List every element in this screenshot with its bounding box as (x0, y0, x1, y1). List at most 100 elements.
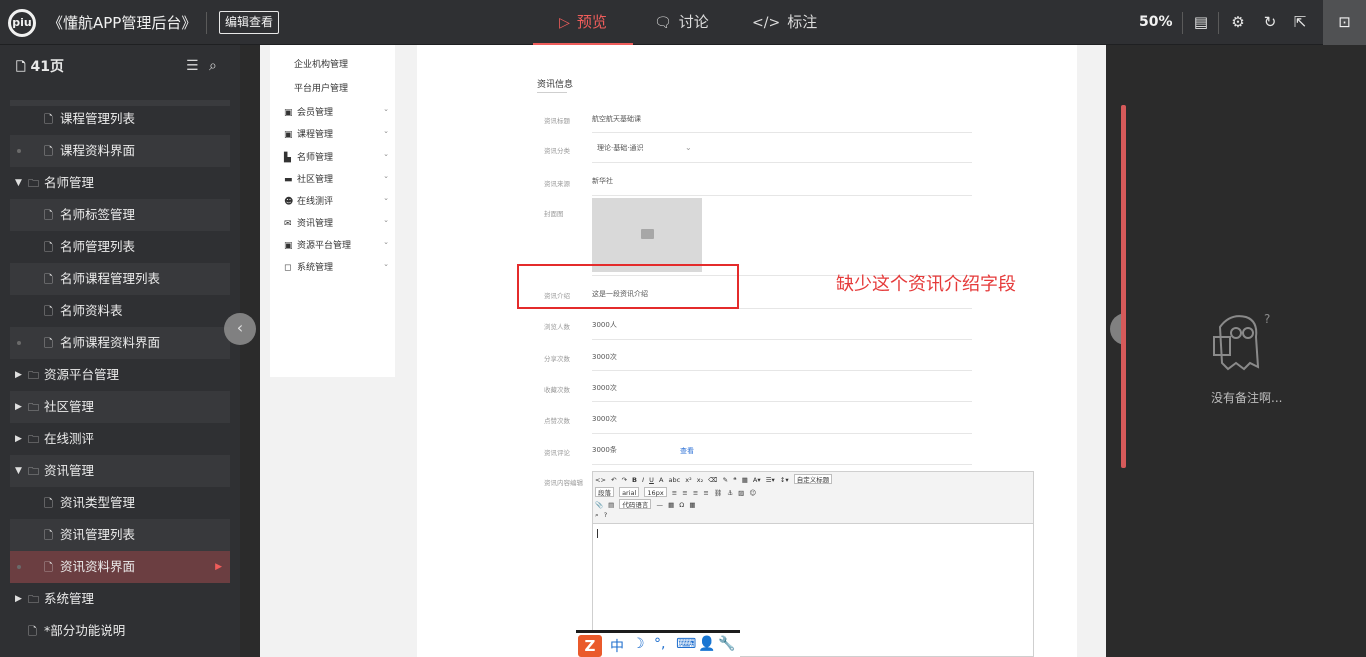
clipboard-icon[interactable]: ▤ (1192, 13, 1210, 31)
align-justify-icon[interactable]: ≡ (703, 489, 708, 497)
help-icon[interactable]: ? (604, 511, 607, 519)
eraser-icon[interactable]: ⌫ (708, 476, 717, 484)
undo-icon[interactable]: ↶ (611, 476, 616, 484)
tree-item-teacher-course-material[interactable]: 🗋 名师课程资料界面 (10, 327, 230, 359)
caret-right-icon[interactable]: ▶ (15, 583, 22, 615)
heading-select[interactable]: 自定义标题 (793, 474, 833, 484)
quote-icon[interactable]: ❝ (733, 476, 737, 484)
tree-item-teacher-tags[interactable]: 🗋 名师标签管理 (10, 199, 230, 231)
present-icon[interactable]: ⊡ (1323, 0, 1366, 45)
calendar-icon: ▣ (284, 241, 293, 251)
font-color-icon[interactable]: A▾ (753, 476, 761, 484)
keyboard-icon[interactable]: ⌨ (676, 636, 696, 652)
gear-icon[interactable]: ⚙ (1229, 13, 1247, 31)
caret-right-icon[interactable]: ▶ (15, 423, 22, 455)
ime-logo-icon[interactable]: Z (578, 635, 602, 657)
link-icon[interactable]: ⛓ (714, 489, 722, 497)
line-height-icon[interactable]: ↕▾ (780, 476, 789, 484)
italic-icon[interactable]: I (642, 476, 644, 484)
anchor-icon[interactable]: ⚓ (727, 489, 733, 497)
tree-item-feature-notes[interactable]: 🗋 *部分功能说明 (10, 615, 230, 647)
menu-plain-item[interactable]: 平台用户管理 (294, 81, 348, 94)
menu-item-assessment[interactable]: ☻ 在线测评 ⌄ (284, 194, 389, 207)
menu-item-resource-platform[interactable]: ▣ 资源平台管理 ⌄ (284, 238, 389, 251)
underline-icon[interactable]: U (649, 476, 654, 484)
source-icon[interactable]: <> (595, 476, 606, 484)
menu-item-teachers[interactable]: ▙ 名师管理 ⌄ (284, 150, 389, 163)
tree-folder-assessment[interactable]: ▶ 🗀 在线测评 (10, 423, 230, 455)
strikethrough-icon[interactable]: abc (668, 476, 680, 484)
tree-item-teacher-list[interactable]: 🗋 名师管理列表 (10, 231, 230, 263)
caret-right-icon[interactable]: ▶ (15, 391, 22, 423)
tree-item-course-material[interactable]: 🗋 课程资料界面 (10, 135, 230, 167)
tree-item-news-list[interactable]: 🗋 资讯管理列表 (10, 519, 230, 551)
tree-folder-system[interactable]: ▶ 🗀 系统管理 (10, 583, 230, 615)
attachment-icon[interactable]: 📎 (595, 501, 603, 509)
hr-icon[interactable]: — (656, 501, 663, 509)
filter-icon[interactable]: ☰ (186, 58, 199, 74)
menu-item-news[interactable]: ✉ 资讯管理 ⌄ (284, 216, 389, 229)
map-icon[interactable]: ▤ (608, 501, 614, 509)
bold-icon[interactable]: B (632, 476, 637, 484)
chevron-down-icon: ⌄ (383, 216, 389, 224)
tree-item-teacher-course-list[interactable]: 🗋 名师课程管理列表 (10, 263, 230, 295)
align-left-icon[interactable]: ≡ (672, 489, 677, 497)
caret-right-icon[interactable]: ▶ (15, 359, 22, 391)
tree-folder-community[interactable]: ▶ 🗀 社区管理 (10, 391, 230, 423)
wrench-icon[interactable]: 🔧 (718, 636, 735, 652)
font-family-select[interactable]: arial (619, 487, 640, 497)
cover-image-placeholder[interactable] (592, 198, 702, 272)
menu-item-members[interactable]: ▣ 会员管理 ⌄ (284, 105, 389, 118)
image-insert-icon[interactable]: ▨ (738, 489, 744, 497)
tree-item-label: 课程管理列表 (60, 111, 136, 126)
superscript-icon[interactable]: x² (685, 476, 691, 484)
find-icon[interactable]: ⌕ (595, 511, 599, 520)
app-logo[interactable]: piu (8, 9, 36, 37)
align-center-icon[interactable]: ≡ (682, 489, 687, 497)
share-icon[interactable]: ⇱ (1291, 13, 1309, 31)
caret-down-icon[interactable]: ▼ (15, 455, 22, 487)
table-insert-icon[interactable]: ▦ (689, 501, 695, 509)
font-size-select[interactable]: 16px (644, 487, 667, 497)
paragraph-select[interactable]: 段落 (595, 487, 614, 497)
tab-preview[interactable]: ▷ 预览 (533, 0, 633, 45)
punctuation-icon[interactable]: °, (654, 636, 665, 652)
zoom-level[interactable]: 50% (1139, 14, 1173, 30)
tab-discuss[interactable]: 🗨 讨论 (654, 0, 709, 45)
refresh-icon[interactable]: ↻ (1261, 13, 1279, 31)
tree-folder-teacher[interactable]: ▼ 🗀 名师管理 (10, 167, 230, 199)
ime-chinese-toggle[interactable]: 中 (610, 636, 624, 656)
menu-item-system[interactable]: ◻ 系统管理 ⌄ (284, 260, 389, 273)
brush-icon[interactable]: ✎ (723, 476, 728, 484)
tree-item-news-types[interactable]: 🗋 资讯类型管理 (10, 487, 230, 519)
view-comments-link[interactable]: 查看 (680, 446, 694, 456)
tree-item-course-list[interactable]: 🗋 课程管理列表 (10, 103, 230, 135)
align-right-icon[interactable]: ≡ (693, 489, 698, 497)
tree-folder-resource[interactable]: ▶ 🗀 资源平台管理 (10, 359, 230, 391)
table-icon[interactable]: ▦ (742, 476, 748, 484)
scrollbar[interactable] (1121, 105, 1126, 468)
menu-plain-item[interactable]: 企业机构管理 (294, 57, 348, 70)
subscript-icon[interactable]: x₂ (697, 476, 703, 484)
tree-item-news-material[interactable]: 🗋 资讯资料界面 ▶ (10, 551, 230, 583)
font-border-icon[interactable]: A (659, 476, 663, 484)
tree-folder-news[interactable]: ▼ 🗀 资讯管理 (10, 455, 230, 487)
moon-icon[interactable]: ☽ (632, 636, 645, 652)
menu-item-courses[interactable]: ▣ 课程管理 ⌄ (284, 127, 389, 140)
special-char-icon[interactable]: Ω (679, 501, 684, 509)
redo-icon[interactable]: ↷ (622, 476, 627, 484)
chevron-down-icon[interactable]: ⌄ (685, 143, 692, 152)
previous-page-button[interactable]: ‹ (224, 313, 256, 345)
tree-item-teacher-profile[interactable]: 🗋 名师资料表 (10, 295, 230, 327)
caret-down-icon[interactable]: ▼ (15, 167, 22, 199)
code-language-select[interactable]: 代码语言 (619, 499, 652, 509)
date-icon[interactable]: ▦ (668, 501, 674, 509)
field-value-category[interactable]: 理论·基础·通识 (597, 143, 643, 153)
emoji-icon[interactable]: ☺ (749, 489, 756, 497)
menu-item-community[interactable]: ▬ 社区管理 ⌄ (284, 172, 389, 185)
edit-view-button[interactable]: 编辑查看 (219, 11, 280, 34)
list-icon[interactable]: ☰▾ (766, 476, 775, 484)
search-icon[interactable]: ⌕ (209, 58, 217, 74)
user-icon[interactable]: 👤 (698, 636, 715, 652)
tab-annotate[interactable]: </> 标注 (752, 0, 817, 45)
